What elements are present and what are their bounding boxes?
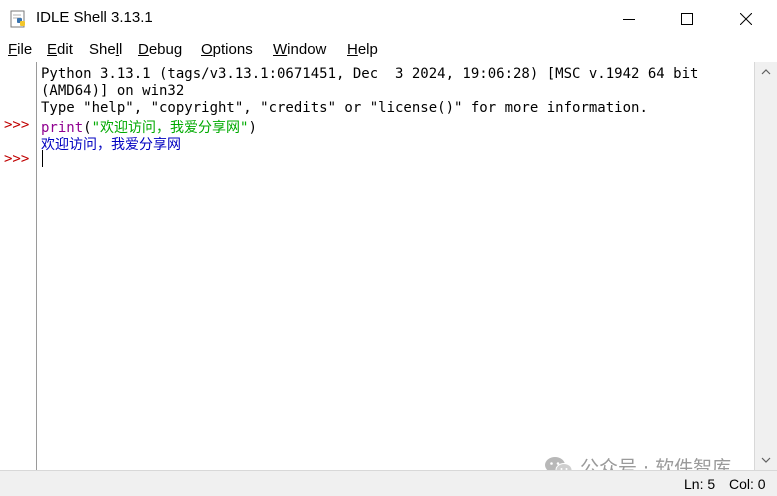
menu-debug[interactable]: Debug (138, 41, 182, 58)
menu-shell-pre: She (89, 41, 116, 58)
maximize-button[interactable] (658, 0, 716, 38)
shell-prompt: >>> (4, 117, 30, 133)
close-button[interactable] (717, 0, 775, 38)
menu-help[interactable]: Help (347, 41, 378, 58)
menu-window-mnemonic: W (273, 41, 288, 58)
banner-line: Python 3.13.1 (tags/v3.13.1:0671451, Dec… (41, 66, 699, 82)
window-title: IDLE Shell 3.13.1 (36, 9, 153, 26)
menu-file-mnemonic: F (8, 41, 18, 58)
status-col: Col: 0 (729, 476, 766, 492)
menu-edit-mnemonic: E (47, 41, 58, 58)
menu-help-rest: elp (357, 41, 378, 58)
close-paren: ) (248, 120, 257, 136)
banner-line: Type "help", "copyright", "credits" or "… (41, 100, 648, 116)
scroll-up-button[interactable] (755, 62, 777, 82)
menu-options-rest: ptions (212, 41, 253, 58)
menu-file[interactable]: File (8, 41, 32, 58)
text-cursor (42, 150, 43, 167)
menu-debug-rest: ebug (148, 41, 183, 58)
menu-options-mnemonic: O (201, 41, 213, 58)
status-line: Ln: 5 (684, 476, 716, 492)
close-icon (740, 13, 752, 25)
prompt-gutter: >>> >>> (0, 62, 37, 470)
shell-text-area[interactable]: Python 3.13.1 (tags/v3.13.1:0671451, Dec… (38, 62, 754, 470)
menu-shell[interactable]: Shell (89, 41, 122, 58)
output-line: 欢迎访问，我爱分享网 (41, 137, 181, 153)
shell-prompt: >>> (4, 151, 30, 167)
menu-help-mnemonic: H (347, 41, 358, 58)
title-bar[interactable]: IDLE Shell 3.13.1 (0, 0, 777, 38)
banner-line: (AMD64)] on win32 (41, 83, 185, 99)
menu-edit[interactable]: Edit (47, 41, 73, 58)
menu-edit-rest: dit (57, 41, 73, 58)
menu-debug-mnemonic: D (138, 41, 149, 58)
minimize-button[interactable] (600, 0, 658, 38)
minimize-icon (623, 19, 635, 20)
chevron-up-icon (761, 69, 771, 75)
menu-file-rest: ile (17, 41, 33, 58)
menu-window-rest: indow (287, 41, 327, 58)
menu-window[interactable]: Window (273, 41, 326, 58)
status-bar: Ln: 5 Col: 0 (0, 470, 777, 496)
maximize-icon (681, 13, 693, 25)
scroll-down-button[interactable] (755, 450, 777, 470)
menu-shell-rest: l (119, 41, 123, 58)
menu-options[interactable]: Options (201, 41, 253, 58)
chevron-down-icon (761, 457, 771, 463)
vertical-scrollbar[interactable] (754, 62, 777, 470)
shell-editor: >>> >>> Python 3.13.1 (tags/v3.13.1:0671… (0, 62, 777, 470)
python-idle-icon (10, 10, 25, 28)
menu-bar: File Edit Shell Debug Options Window Hel… (0, 38, 777, 62)
idle-shell-window: IDLE Shell 3.13.1 File Edit Shell Debug … (0, 0, 777, 496)
